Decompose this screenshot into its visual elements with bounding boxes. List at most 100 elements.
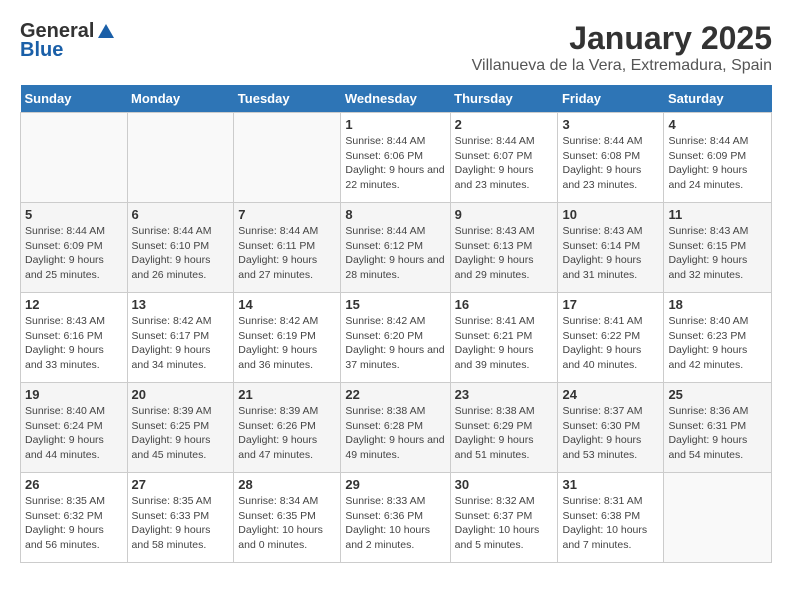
day-number: 22 xyxy=(345,387,445,402)
day-info: Sunrise: 8:44 AM Sunset: 6:10 PM Dayligh… xyxy=(132,224,230,283)
day-info: Sunrise: 8:31 AM Sunset: 6:38 PM Dayligh… xyxy=(562,494,659,553)
day-info: Sunrise: 8:44 AM Sunset: 6:12 PM Dayligh… xyxy=(345,224,445,283)
day-number: 25 xyxy=(668,387,767,402)
page-header: General Blue January 2025 Villanueva de … xyxy=(20,20,772,75)
weekday-header-tuesday: Tuesday xyxy=(234,85,341,113)
day-info: Sunrise: 8:37 AM Sunset: 6:30 PM Dayligh… xyxy=(562,404,659,463)
day-info: Sunrise: 8:38 AM Sunset: 6:28 PM Dayligh… xyxy=(345,404,445,463)
day-number: 21 xyxy=(238,387,336,402)
day-info: Sunrise: 8:44 AM Sunset: 6:08 PM Dayligh… xyxy=(562,134,659,193)
day-number: 11 xyxy=(668,207,767,222)
day-number: 26 xyxy=(25,477,123,492)
day-info: Sunrise: 8:43 AM Sunset: 6:13 PM Dayligh… xyxy=(455,224,554,283)
day-number: 3 xyxy=(562,117,659,132)
calendar-cell xyxy=(21,113,128,203)
calendar-cell: 31 Sunrise: 8:31 AM Sunset: 6:38 PM Dayli… xyxy=(558,473,664,563)
day-number: 24 xyxy=(562,387,659,402)
calendar-cell: 8 Sunrise: 8:44 AM Sunset: 6:12 PM Daylig… xyxy=(341,203,450,293)
calendar-cell: 21 Sunrise: 8:39 AM Sunset: 6:26 PM Dayli… xyxy=(234,383,341,473)
calendar-cell: 15 Sunrise: 8:42 AM Sunset: 6:20 PM Dayli… xyxy=(341,293,450,383)
day-info: Sunrise: 8:44 AM Sunset: 6:06 PM Dayligh… xyxy=(345,134,445,193)
day-number: 20 xyxy=(132,387,230,402)
day-number: 9 xyxy=(455,207,554,222)
week-row-2: 5Sunrise: 8:44 AM Sunset: 6:09 PM Daylig… xyxy=(21,203,772,293)
calendar-cell: 11Sunrise: 8:43 AM Sunset: 6:15 PM Dayli… xyxy=(664,203,772,293)
day-number: 10 xyxy=(562,207,659,222)
calendar-cell: 9 Sunrise: 8:43 AM Sunset: 6:13 PM Daylig… xyxy=(450,203,558,293)
calendar-cell: 7 Sunrise: 8:44 AM Sunset: 6:11 PM Daylig… xyxy=(234,203,341,293)
calendar-cell: 3 Sunrise: 8:44 AM Sunset: 6:08 PM Daylig… xyxy=(558,113,664,203)
calendar-cell: 22 Sunrise: 8:38 AM Sunset: 6:28 PM Dayli… xyxy=(341,383,450,473)
day-info: Sunrise: 8:42 AM Sunset: 6:20 PM Dayligh… xyxy=(345,314,445,373)
logo-blue: Blue xyxy=(20,39,63,62)
day-number: 27 xyxy=(132,477,230,492)
calendar-cell: 19Sunrise: 8:40 AM Sunset: 6:24 PM Dayli… xyxy=(21,383,128,473)
weekday-header-friday: Friday xyxy=(558,85,664,113)
day-info: Sunrise: 8:44 AM Sunset: 6:11 PM Dayligh… xyxy=(238,224,336,283)
day-number: 12 xyxy=(25,297,123,312)
calendar-cell xyxy=(127,113,234,203)
calendar-cell: 13Sunrise: 8:42 AM Sunset: 6:17 PM Dayli… xyxy=(127,293,234,383)
day-number: 18 xyxy=(668,297,767,312)
calendar-cell: 28Sunrise: 8:34 AM Sunset: 6:35 PM Dayli… xyxy=(234,473,341,563)
calendar-cell: 5Sunrise: 8:44 AM Sunset: 6:09 PM Daylig… xyxy=(21,203,128,293)
day-info: Sunrise: 8:39 AM Sunset: 6:26 PM Dayligh… xyxy=(238,404,336,463)
day-info: Sunrise: 8:43 AM Sunset: 6:16 PM Dayligh… xyxy=(25,314,123,373)
day-info: Sunrise: 8:35 AM Sunset: 6:33 PM Dayligh… xyxy=(132,494,230,553)
day-info: Sunrise: 8:42 AM Sunset: 6:19 PM Dayligh… xyxy=(238,314,336,373)
weekday-header-saturday: Saturday xyxy=(664,85,772,113)
weekday-header-monday: Monday xyxy=(127,85,234,113)
day-info: Sunrise: 8:43 AM Sunset: 6:14 PM Dayligh… xyxy=(562,224,659,283)
weekday-header-thursday: Thursday xyxy=(450,85,558,113)
day-number: 15 xyxy=(345,297,445,312)
calendar-cell: 12 Sunrise: 8:43 AM Sunset: 6:16 PM Dayli… xyxy=(21,293,128,383)
day-info: Sunrise: 8:40 AM Sunset: 6:23 PM Dayligh… xyxy=(668,314,767,373)
day-info: Sunrise: 8:44 AM Sunset: 6:07 PM Dayligh… xyxy=(455,134,554,193)
calendar-cell: 20Sunrise: 8:39 AM Sunset: 6:25 PM Dayli… xyxy=(127,383,234,473)
calendar-cell: 29 Sunrise: 8:33 AM Sunset: 6:36 PM Dayli… xyxy=(341,473,450,563)
day-number: 4 xyxy=(668,117,767,132)
calendar-cell: 18 Sunrise: 8:40 AM Sunset: 6:23 PM Dayli… xyxy=(664,293,772,383)
day-info: Sunrise: 8:34 AM Sunset: 6:35 PM Dayligh… xyxy=(238,494,336,553)
day-info: Sunrise: 8:35 AM Sunset: 6:32 PM Dayligh… xyxy=(25,494,123,553)
calendar-title: January 2025 xyxy=(472,20,772,57)
logo-triangle-icon xyxy=(96,22,116,42)
calendar-cell xyxy=(234,113,341,203)
calendar-table: SundayMondayTuesdayWednesdayThursdayFrid… xyxy=(20,85,772,563)
calendar-cell: 30 Sunrise: 8:32 AM Sunset: 6:37 PM Dayli… xyxy=(450,473,558,563)
day-info: Sunrise: 8:44 AM Sunset: 6:09 PM Dayligh… xyxy=(668,134,767,193)
calendar-cell: 16 Sunrise: 8:41 AM Sunset: 6:21 PM Dayli… xyxy=(450,293,558,383)
logo: General Blue xyxy=(20,20,116,62)
calendar-cell: 10 Sunrise: 8:43 AM Sunset: 6:14 PM Dayli… xyxy=(558,203,664,293)
weekday-header-wednesday: Wednesday xyxy=(341,85,450,113)
day-number: 19 xyxy=(25,387,123,402)
week-row-5: 26 Sunrise: 8:35 AM Sunset: 6:32 PM Dayli… xyxy=(21,473,772,563)
title-section: January 2025 Villanueva de la Vera, Extr… xyxy=(472,20,772,75)
day-number: 31 xyxy=(562,477,659,492)
day-number: 8 xyxy=(345,207,445,222)
week-row-3: 12 Sunrise: 8:43 AM Sunset: 6:16 PM Dayli… xyxy=(21,293,772,383)
day-number: 6 xyxy=(132,207,230,222)
day-info: Sunrise: 8:32 AM Sunset: 6:37 PM Dayligh… xyxy=(455,494,554,553)
day-number: 7 xyxy=(238,207,336,222)
day-number: 14 xyxy=(238,297,336,312)
calendar-cell: 26 Sunrise: 8:35 AM Sunset: 6:32 PM Dayli… xyxy=(21,473,128,563)
weekday-header-row: SundayMondayTuesdayWednesdayThursdayFrid… xyxy=(21,85,772,113)
calendar-cell: 1 Sunrise: 8:44 AM Sunset: 6:06 PM Daylig… xyxy=(341,113,450,203)
day-info: Sunrise: 8:41 AM Sunset: 6:21 PM Dayligh… xyxy=(455,314,554,373)
week-row-4: 19Sunrise: 8:40 AM Sunset: 6:24 PM Dayli… xyxy=(21,383,772,473)
calendar-cell: 6 Sunrise: 8:44 AM Sunset: 6:10 PM Daylig… xyxy=(127,203,234,293)
day-number: 29 xyxy=(345,477,445,492)
day-number: 13 xyxy=(132,297,230,312)
day-number: 1 xyxy=(345,117,445,132)
day-info: Sunrise: 8:36 AM Sunset: 6:31 PM Dayligh… xyxy=(668,404,767,463)
day-number: 17 xyxy=(562,297,659,312)
calendar-cell: 23Sunrise: 8:38 AM Sunset: 6:29 PM Dayli… xyxy=(450,383,558,473)
calendar-cell: 27 Sunrise: 8:35 AM Sunset: 6:33 PM Dayli… xyxy=(127,473,234,563)
day-info: Sunrise: 8:33 AM Sunset: 6:36 PM Dayligh… xyxy=(345,494,445,553)
day-number: 30 xyxy=(455,477,554,492)
day-number: 16 xyxy=(455,297,554,312)
weekday-header-sunday: Sunday xyxy=(21,85,128,113)
calendar-cell xyxy=(664,473,772,563)
day-info: Sunrise: 8:41 AM Sunset: 6:22 PM Dayligh… xyxy=(562,314,659,373)
